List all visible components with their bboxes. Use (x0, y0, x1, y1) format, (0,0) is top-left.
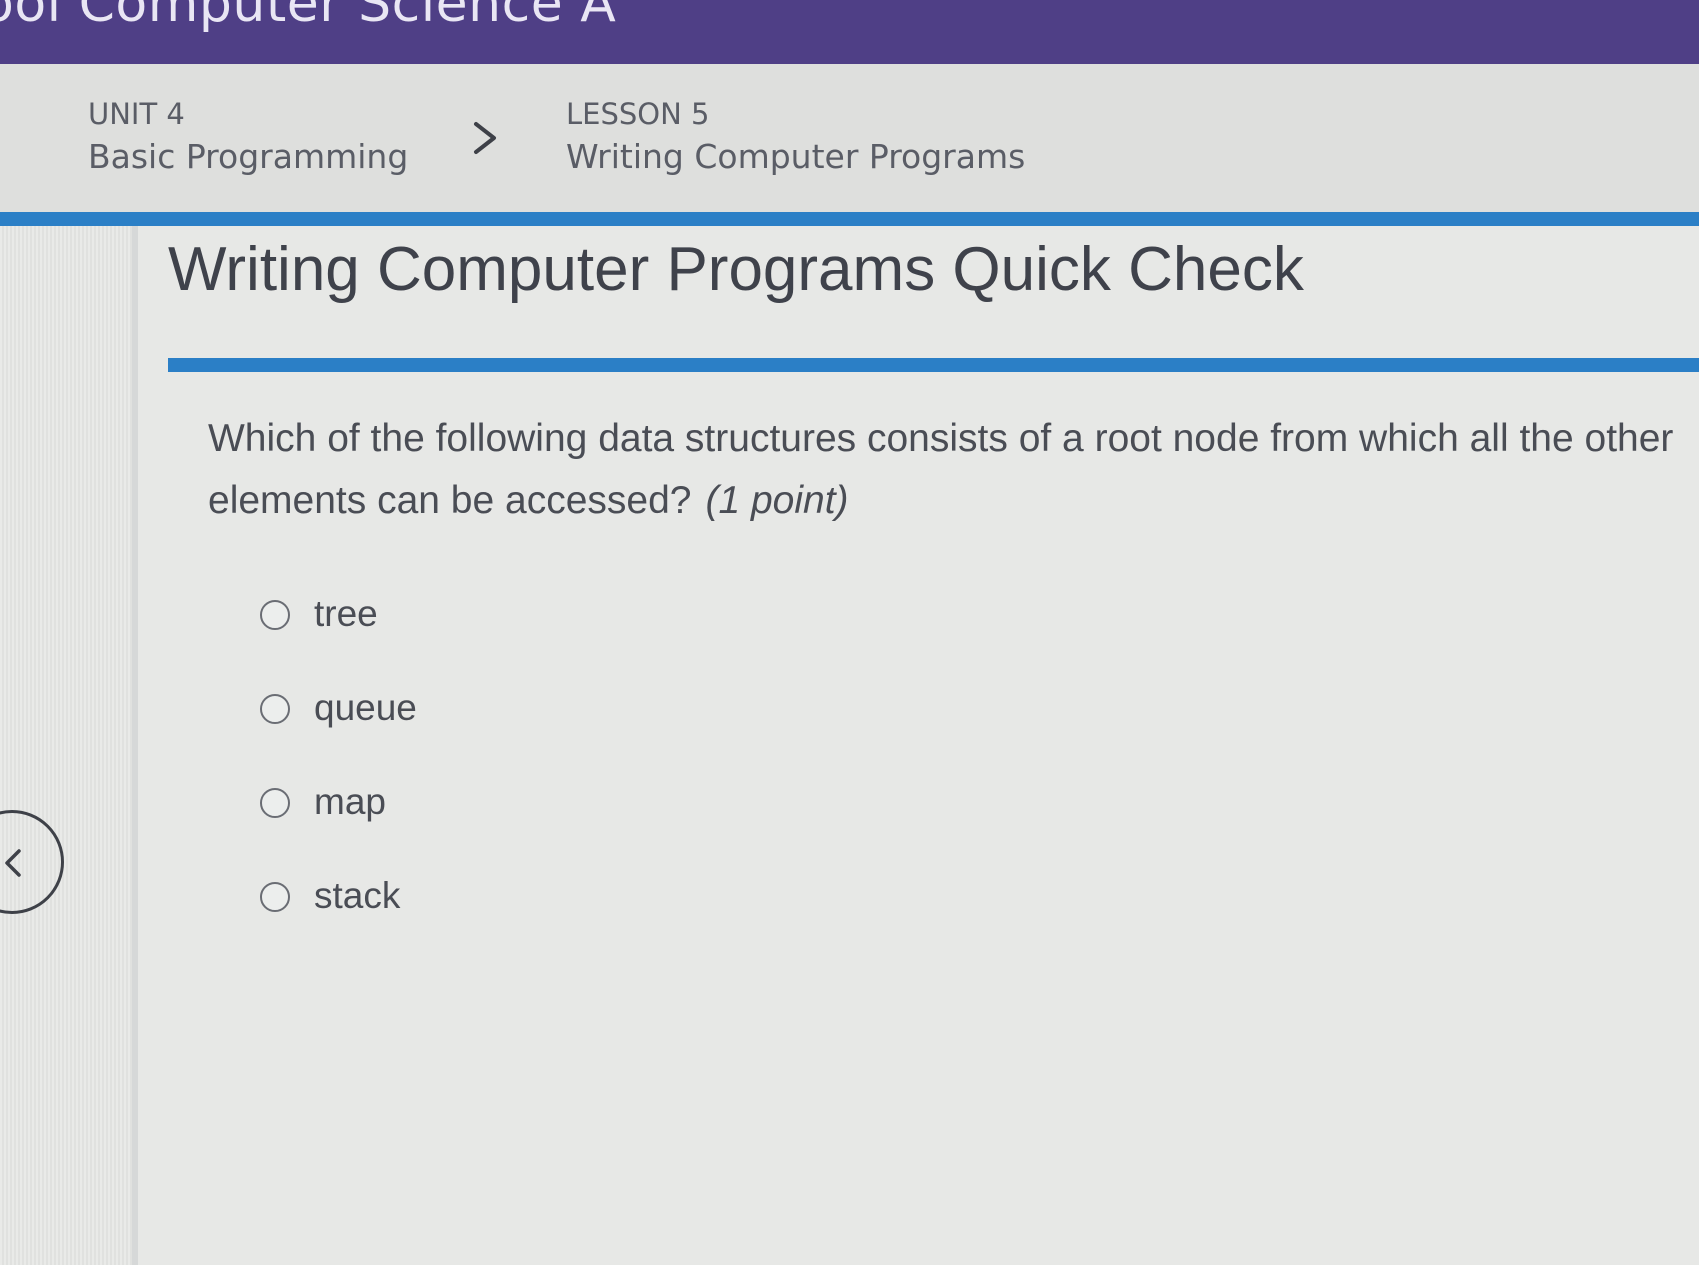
breadcrumb: UNIT 4 Basic Programming LESSON 5 Writin… (0, 64, 1699, 214)
option-label: tree (314, 593, 378, 634)
unit-title: Basic Programming (88, 137, 409, 176)
page-title: Writing Computer Programs Quick Check (168, 235, 1304, 304)
chevron-right-icon (474, 122, 496, 154)
breadcrumb-unit[interactable]: UNIT 4 Basic Programming (88, 94, 408, 180)
breadcrumb-lesson[interactable]: LESSON 5 Writing Computer Programs (566, 94, 1025, 180)
title-divider (168, 358, 1699, 372)
radio-button[interactable] (260, 788, 290, 818)
option-label: queue (314, 687, 417, 728)
option-label: map (314, 781, 386, 822)
question-prompt: Which of the following data structures c… (208, 408, 1688, 532)
radio-button[interactable] (260, 600, 290, 630)
lesson-title: Writing Computer Programs (566, 137, 1026, 176)
previous-button[interactable] (0, 810, 64, 914)
content-panel (132, 226, 1699, 1265)
radio-button[interactable] (260, 694, 290, 724)
course-title: ool Computer Science A (0, 0, 617, 34)
breadcrumb-divider (0, 212, 1699, 226)
question-points: (1 point) (705, 479, 849, 522)
option-label: stack (314, 875, 401, 916)
question-text: Which of the following data structures c… (208, 417, 1674, 522)
course-header: ool Computer Science A (0, 0, 1699, 64)
lesson-label: LESSON 5 (566, 97, 710, 131)
chevron-left-icon (5, 849, 21, 877)
radio-button[interactable] (260, 882, 290, 912)
unit-label: UNIT 4 (88, 97, 185, 131)
